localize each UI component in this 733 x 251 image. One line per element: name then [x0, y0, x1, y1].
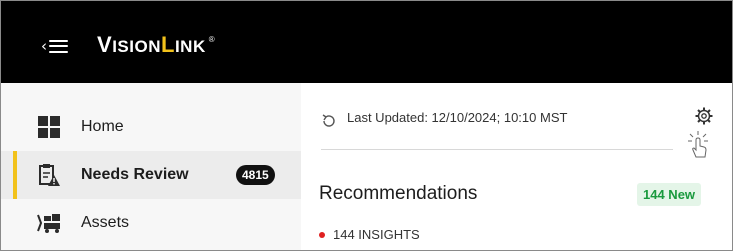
clipboard-alert-icon	[37, 163, 61, 187]
grid-icon	[37, 115, 61, 139]
sidebar-item-needs-review[interactable]: Needs Review 4815	[1, 151, 301, 199]
chevron-left-icon: ‹	[41, 36, 47, 55]
status-dot	[319, 231, 325, 238]
top-bar: ‹ V ISION L INK ®	[1, 1, 732, 83]
insights-indicator[interactable]: 144 INSIGHTS	[319, 227, 420, 242]
collapse-menu-button[interactable]: ‹	[41, 35, 79, 57]
review-count-badge: 4815	[236, 165, 275, 185]
divider	[321, 149, 673, 150]
logo-text: V	[97, 32, 113, 57]
last-updated-text: Last Updated: 12/10/2024; 10:10 MST	[347, 110, 568, 125]
logo-accent-text: L	[160, 32, 175, 57]
sidebar: Home Needs Review 4815 Assets	[1, 83, 301, 250]
sidebar-item-assets[interactable]: Assets	[1, 199, 301, 247]
sidebar-item-label: Home	[81, 118, 124, 135]
main-content: Last Updated: 12/10/2024; 10:10 MST Reco…	[301, 83, 732, 250]
logo-text: INK	[174, 37, 206, 56]
sidebar-item-label: Assets	[81, 214, 130, 231]
gear-icon[interactable]	[695, 107, 713, 125]
new-count-badge[interactable]: 144 New	[637, 183, 702, 206]
refresh-icon[interactable]	[321, 113, 337, 129]
section-title: Recommendations	[319, 183, 478, 204]
hamburger-icon	[49, 39, 68, 53]
sidebar-item-label: Needs Review	[81, 166, 189, 183]
asset-icon	[37, 211, 61, 235]
registered-mark: ®	[208, 35, 216, 44]
pointer-hand-icon	[687, 131, 709, 161]
insights-label: 144 INSIGHTS	[333, 227, 420, 242]
sidebar-item-home[interactable]: Home	[1, 103, 301, 151]
visionlink-logo[interactable]: V ISION L INK ®	[97, 32, 215, 62]
app-frame: ‹ V ISION L INK ® Home Needs Review 4815…	[0, 0, 733, 251]
logo-text: ISION	[112, 37, 161, 56]
